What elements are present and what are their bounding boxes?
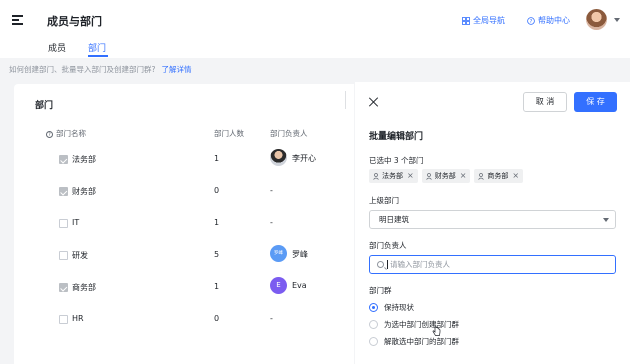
selected-tag: 法务部 × bbox=[369, 169, 418, 183]
help-center-link[interactable]: ? 帮助中心 bbox=[527, 15, 570, 26]
row-checkbox[interactable] bbox=[59, 187, 68, 196]
chevron-down-icon[interactable] bbox=[614, 18, 620, 22]
table-row[interactable]: 研发 5 罗峰 罗峰 bbox=[14, 240, 354, 272]
department-name: 研发 bbox=[72, 251, 88, 260]
help-text: 如何创建部门、批量导入部门及创建部门群? bbox=[9, 65, 156, 74]
parent-dept-label: 上级部门 bbox=[369, 196, 399, 205]
leader-label: 部门负责人 bbox=[369, 241, 407, 250]
chevron-down-icon bbox=[603, 218, 609, 222]
help-icon: ? bbox=[527, 16, 535, 25]
remove-tag-icon[interactable]: × bbox=[407, 169, 414, 183]
global-nav-link[interactable]: 全局导航 bbox=[462, 15, 505, 26]
radio-button[interactable] bbox=[369, 337, 378, 346]
department-count: 1 bbox=[214, 154, 220, 163]
avatar bbox=[270, 149, 287, 166]
panel-title: 部门 bbox=[35, 101, 54, 111]
avatar: E bbox=[270, 277, 287, 294]
row-checkbox[interactable] bbox=[59, 283, 68, 292]
global-nav-label: 全局导航 bbox=[473, 16, 505, 25]
department-name: 商务部 bbox=[72, 283, 96, 292]
table-row[interactable]: 法务部 1 李开心 bbox=[14, 144, 354, 176]
avatar: 罗峰 bbox=[270, 245, 287, 262]
batch-edit-drawer: 取 消 保 存 批量编辑部门 已选中 3 个部门 法务部 × 财务部 × 商务部 × … bbox=[355, 82, 630, 364]
cancel-button[interactable]: 取 消 bbox=[523, 92, 567, 112]
save-button[interactable]: 保 存 bbox=[574, 92, 617, 112]
department-count: 1 bbox=[214, 218, 220, 227]
leader-placeholder: 请输入部门负责人 bbox=[390, 260, 450, 269]
department-panel: 部门 ? 部门名称 部门人数 部门负责人 法务部 1 李开心 财务部 0 - IT… bbox=[14, 84, 354, 364]
row-checkbox[interactable] bbox=[59, 251, 68, 260]
parent-dept-value: 明日建筑 bbox=[379, 215, 409, 224]
svg-text:?: ? bbox=[530, 19, 533, 25]
department-count: 0 bbox=[214, 314, 220, 323]
remove-tag-icon[interactable]: × bbox=[460, 169, 467, 183]
help-bar: 如何创建部门、批量导入部门及创建部门群? 了解详情 bbox=[9, 64, 191, 75]
department-icon bbox=[425, 172, 432, 180]
drawer-title: 批量编辑部门 bbox=[369, 132, 424, 142]
dept-group-label: 部门群 bbox=[369, 286, 392, 295]
department-icon bbox=[373, 172, 379, 180]
top-bar: 成员与部门 全局导航 ? 帮助中心 成员 部门 bbox=[0, 0, 630, 58]
radio-button[interactable] bbox=[369, 320, 378, 329]
row-checkbox[interactable] bbox=[59, 219, 68, 228]
search-icon bbox=[377, 261, 384, 268]
menu-icon[interactable] bbox=[12, 15, 23, 25]
selected-tag: 商务部 × bbox=[474, 169, 524, 183]
page-title: 成员与部门 bbox=[47, 15, 102, 28]
department-name: HR bbox=[72, 314, 84, 323]
panel-divider bbox=[345, 91, 349, 109]
selected-tags: 法务部 × 财务部 × 商务部 × bbox=[369, 169, 524, 183]
table-row[interactable]: 商务部 1 E Eva bbox=[14, 272, 354, 304]
close-icon[interactable] bbox=[368, 97, 378, 107]
row-checkbox[interactable] bbox=[59, 155, 68, 164]
active-tab-indicator bbox=[88, 55, 108, 57]
department-icon bbox=[478, 172, 485, 180]
leader-search-input[interactable]: 请输入部门负责人 bbox=[369, 255, 616, 274]
table-row[interactable]: HR 0 - bbox=[14, 304, 354, 336]
selected-count-label: 已选中 3 个部门 bbox=[369, 156, 424, 165]
tab-members[interactable]: 成员 bbox=[48, 41, 66, 54]
tab-departments[interactable]: 部门 bbox=[88, 41, 106, 54]
column-header-name: ? 部门名称 bbox=[46, 128, 86, 139]
help-center-label: 帮助中心 bbox=[538, 16, 570, 25]
column-header-leader: 部门负责人 bbox=[270, 129, 308, 138]
department-name: 财务部 bbox=[72, 187, 96, 196]
learn-more-link[interactable]: 了解详情 bbox=[161, 65, 191, 74]
grid-icon bbox=[462, 16, 470, 25]
leader-name: 罗峰 bbox=[292, 250, 308, 259]
help-icon[interactable]: ? bbox=[46, 130, 53, 138]
radio-dissolve-group[interactable]: 解散选中部门的部门群 bbox=[369, 336, 459, 347]
user-avatar[interactable] bbox=[586, 9, 607, 30]
department-count: 5 bbox=[214, 250, 220, 259]
parent-dept-select[interactable]: 明日建筑 bbox=[369, 210, 616, 229]
radio-button[interactable] bbox=[369, 303, 378, 312]
table-row[interactable]: 财务部 0 - bbox=[14, 176, 354, 208]
table-row[interactable]: IT 1 - bbox=[14, 208, 354, 240]
column-header-count: 部门人数 bbox=[214, 129, 244, 138]
hand-cursor-icon bbox=[432, 325, 441, 336]
remove-tag-icon[interactable]: × bbox=[512, 169, 519, 183]
radio-keep-current[interactable]: 保持现状 bbox=[369, 302, 414, 313]
leader-name: 李开心 bbox=[292, 154, 316, 163]
leader-name: - bbox=[270, 314, 273, 323]
leader-name: - bbox=[270, 186, 273, 195]
department-name: IT bbox=[72, 218, 80, 227]
department-count: 1 bbox=[214, 282, 220, 291]
selected-tag: 财务部 × bbox=[421, 169, 471, 183]
leader-name: - bbox=[270, 218, 273, 227]
department-name: 法务部 bbox=[72, 155, 96, 164]
leader-name: Eva bbox=[292, 281, 307, 290]
department-count: 0 bbox=[214, 186, 220, 195]
row-checkbox[interactable] bbox=[59, 315, 68, 324]
text-cursor bbox=[387, 260, 388, 269]
radio-create-group[interactable]: 为选中部门创建部门群 bbox=[369, 319, 459, 330]
